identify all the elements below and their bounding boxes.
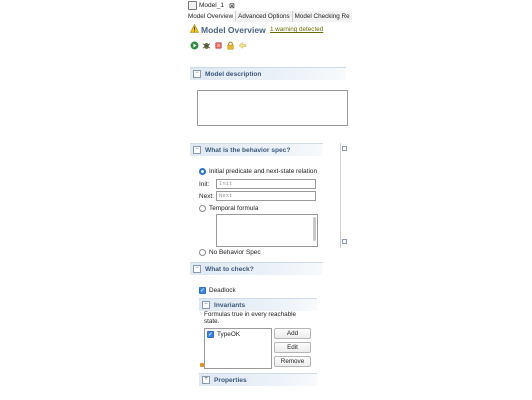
section-title: What to check?: [205, 265, 254, 273]
expand-icon[interactable]: +: [202, 376, 210, 384]
editor-tab-label: Model_1: [199, 2, 224, 9]
model-description-textarea[interactable]: [197, 90, 348, 126]
no-behavior-spec-label: No Behavior Spec: [209, 249, 261, 256]
init-label: Init:: [199, 181, 210, 188]
deadlock-label: Deadlock: [209, 287, 236, 294]
invariants-list[interactable]: ✓ TypeOK: [204, 328, 272, 369]
what-to-check-header[interactable]: − What to check?: [190, 262, 323, 275]
invariants-description: Formulas true in every reachable state.: [204, 311, 297, 325]
tab-model-checking-results[interactable]: Model Checking Re: [292, 11, 352, 22]
warning-marker-icon: [200, 363, 204, 367]
model-description-section: − Model description: [190, 67, 348, 127]
collapse-icon[interactable]: −: [202, 301, 210, 309]
collapse-icon[interactable]: −: [193, 146, 201, 154]
typeok-checkbox[interactable]: ✓: [207, 331, 214, 338]
init-next-radio[interactable]: [199, 168, 206, 175]
lock-icon[interactable]: [226, 41, 235, 50]
temporal-formula-radio[interactable]: [199, 205, 206, 212]
behavior-spec-section: − What is the behavior spec? Initial pre…: [190, 143, 323, 261]
expand-icon[interactable]: [342, 239, 347, 244]
debug-icon[interactable]: [202, 41, 211, 50]
init-next-label: Initial predicate and next-state relatio…: [209, 168, 317, 175]
list-item[interactable]: TypeOK: [217, 331, 240, 338]
tab-model-overview[interactable]: Model Overview: [186, 11, 237, 22]
edit-invariant-button[interactable]: Edit: [274, 342, 311, 353]
close-icon[interactable]: ⊠: [229, 2, 235, 10]
tab-advanced-options[interactable]: Advanced Options: [236, 11, 293, 22]
collapse-icon[interactable]: −: [193, 70, 201, 78]
run-icon[interactable]: [190, 41, 199, 50]
warning-icon: [190, 24, 199, 33]
temporal-formula-label: Temporal formula: [209, 205, 259, 212]
next-field[interactable]: Next: [216, 191, 316, 201]
properties-header[interactable]: + Properties: [199, 373, 317, 386]
expand-icon[interactable]: [342, 146, 347, 151]
remove-invariant-button[interactable]: Remove: [274, 356, 311, 367]
stop-icon[interactable]: [214, 41, 223, 50]
temporal-formula-textarea[interactable]: [216, 214, 318, 247]
collapse-icon[interactable]: −: [193, 265, 201, 273]
scrollbar[interactable]: [313, 217, 316, 241]
next-label: Next:: [199, 193, 214, 200]
section-title: What is the behavior spec?: [205, 146, 291, 154]
warning-link[interactable]: 1 warning detected: [270, 26, 323, 33]
init-field[interactable]: Init: [216, 179, 316, 189]
model-file-icon: [188, 1, 197, 10]
deadlock-checkbox[interactable]: ✓: [199, 287, 206, 294]
page-tabs: Model Overview Advanced Options Model Ch…: [186, 11, 352, 22]
side-section-strip: [340, 143, 347, 248]
editor-tab[interactable]: Model_1 ⊠: [186, 0, 246, 11]
section-title: Properties: [214, 376, 247, 384]
back-arrow-icon[interactable]: [238, 41, 247, 50]
section-title: Model description: [205, 70, 262, 78]
what-to-check-section: − What to check? ✓ Deadlock − Invariants…: [190, 262, 323, 390]
page-title: Model Overview: [201, 25, 266, 35]
invariants-header[interactable]: − Invariants: [199, 298, 317, 311]
no-behavior-spec-radio[interactable]: [199, 249, 206, 256]
section-title: Invariants: [214, 301, 246, 309]
add-invariant-button[interactable]: Add: [274, 328, 311, 339]
behavior-spec-header[interactable]: − What is the behavior spec?: [190, 143, 323, 156]
model-description-header[interactable]: − Model description: [190, 67, 346, 80]
